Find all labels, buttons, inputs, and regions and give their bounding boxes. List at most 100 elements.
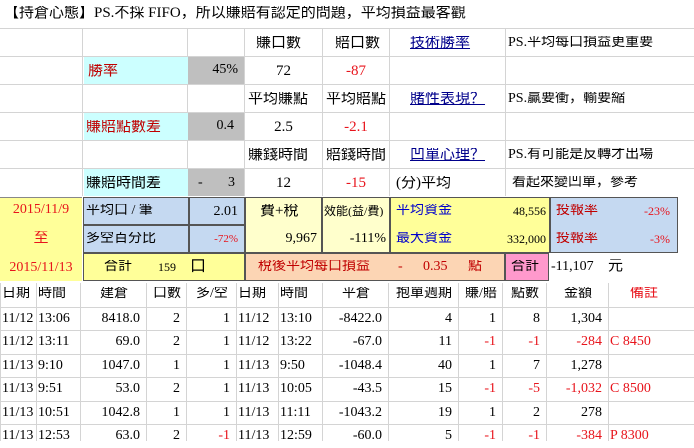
table-cell: 8418.0 bbox=[101, 311, 141, 326]
table-cell: -284 bbox=[576, 335, 602, 349]
table-cell: 11/12 bbox=[238, 311, 270, 326]
table-cell: 9:50 bbox=[280, 358, 305, 373]
avg-loss-header: 平均賠點 bbox=[326, 92, 387, 107]
roi-label-1: 投報率 bbox=[556, 204, 598, 218]
table-cell: 2 bbox=[533, 405, 540, 420]
loss-time-header: 賠錢時間 bbox=[326, 148, 387, 163]
date-end: 2015/11/13 bbox=[9, 261, 73, 275]
hold-psychology-link[interactable]: 凹單心理？ bbox=[410, 148, 502, 163]
avg-lot-value: 2.01 bbox=[189, 197, 245, 225]
total-amount-label: 合計 bbox=[511, 260, 539, 274]
avg-unit-label: (分)平均 bbox=[396, 176, 451, 191]
long-short-value: -72% bbox=[189, 225, 245, 253]
gamble-link[interactable]: 賭性表現？ bbox=[410, 92, 502, 107]
fee-tax-label: 費+稅 bbox=[260, 204, 299, 219]
table-cell: 2 bbox=[173, 335, 180, 349]
loss-time-value: -15 bbox=[346, 176, 366, 191]
max-capital-value: 332,000 bbox=[507, 233, 546, 245]
point-diff-value: 0.4 bbox=[188, 113, 244, 140]
avg-capital-value: 48,556 bbox=[513, 205, 546, 217]
table-cell: 1 bbox=[173, 358, 180, 373]
table-cell: 11:11 bbox=[280, 405, 311, 420]
total-amount-value: -11,107 bbox=[551, 260, 594, 274]
table-cell: C 8500 bbox=[610, 382, 651, 396]
table-cell: -67.0 bbox=[352, 335, 382, 349]
table-cell: -1 bbox=[528, 335, 540, 349]
table-cell: 8 bbox=[533, 311, 540, 326]
table-cell: 1 bbox=[223, 382, 230, 396]
table-cell: 11/13 bbox=[238, 382, 270, 396]
table-cell: 1 bbox=[173, 405, 180, 420]
table-cell: 11/13 bbox=[2, 358, 34, 373]
table-cell: 1 bbox=[223, 358, 230, 373]
table-cell: 40 bbox=[438, 358, 452, 373]
loss-count-header: 賠口數 bbox=[335, 36, 381, 51]
avg-win-value: 2.5 bbox=[274, 120, 293, 135]
table-cell: 53.0 bbox=[115, 382, 141, 396]
table-cell: -8422.0 bbox=[338, 311, 382, 326]
fee-tax-value: 9,967 bbox=[285, 232, 318, 246]
table-cell: 11/12 bbox=[2, 335, 34, 349]
table-cell: C 8450 bbox=[610, 335, 651, 349]
win-rate-value: 45% bbox=[188, 57, 244, 84]
table-cell: 1 bbox=[223, 405, 230, 420]
table-cell: 9:51 bbox=[38, 382, 63, 396]
roi-value-1: -23% bbox=[644, 205, 670, 217]
tech-winrate-link[interactable]: 技術勝率 bbox=[410, 36, 502, 51]
table-cell: 10:05 bbox=[280, 382, 312, 396]
win-count-header: 賺口數 bbox=[256, 36, 302, 51]
after-tax-unit: 點 bbox=[468, 260, 482, 274]
date-start: 2015/11/9 bbox=[12, 203, 70, 217]
table-cell: 11 bbox=[438, 335, 452, 349]
avg-win-header: 平均賺點 bbox=[248, 92, 309, 107]
table-cell: 4 bbox=[445, 311, 452, 326]
table-cell: 1,278 bbox=[570, 358, 603, 373]
total-lots-value: 159 bbox=[158, 261, 176, 273]
table-cell: 1,304 bbox=[570, 311, 603, 326]
win-count-value: 72 bbox=[276, 64, 291, 79]
after-tax-label: 稅後平均每口損益 bbox=[258, 260, 370, 274]
efficiency-value: -111% bbox=[349, 232, 386, 246]
table-cell: -5 bbox=[528, 382, 540, 396]
avg-capital-label: 平均資金 bbox=[396, 204, 452, 218]
time-diff-value: 3 bbox=[228, 176, 235, 190]
table-cell: 1 bbox=[223, 335, 230, 349]
avg-lot-label: 平均口 / 筆 bbox=[86, 204, 153, 218]
table-cell: 11/13 bbox=[2, 382, 34, 396]
table-cell: 278 bbox=[581, 405, 602, 420]
avg-loss-value: -2.1 bbox=[344, 120, 368, 135]
after-tax-value: 0.35 bbox=[423, 260, 448, 274]
reference-note: 看起來變凹單，參考 bbox=[512, 176, 638, 190]
time-diff-label: 賺賠時間差 bbox=[86, 176, 162, 191]
table-cell: 13:06 bbox=[38, 311, 70, 326]
table-cell: 11/12 bbox=[2, 311, 34, 326]
ps-note-1: PS.平均每口損益更重要 bbox=[508, 36, 654, 50]
table-cell: 11/13 bbox=[238, 405, 270, 420]
table-cell: 1 bbox=[223, 311, 230, 326]
table-cell: 2 bbox=[173, 311, 180, 326]
table-cell: 1042.8 bbox=[101, 405, 141, 420]
table-cell: -1043.2 bbox=[338, 405, 382, 420]
table-cell: -1,032 bbox=[565, 382, 602, 396]
table-cell: 1 bbox=[489, 358, 496, 373]
table-cell: -1 bbox=[484, 335, 496, 349]
date-to: 至 bbox=[33, 231, 49, 246]
win-time-header: 賺錢時間 bbox=[248, 148, 309, 163]
max-capital-label: 最大資金 bbox=[396, 232, 452, 246]
win-rate-label: 勝率 bbox=[88, 64, 119, 79]
roi-label-2: 投報率 bbox=[556, 232, 598, 246]
table-cell: 1047.0 bbox=[101, 358, 141, 373]
table-cell: 7 bbox=[533, 358, 540, 373]
table-cell: -1048.4 bbox=[338, 358, 382, 373]
point-diff-label: 賺賠點數差 bbox=[86, 120, 162, 135]
table-cell: 1 bbox=[489, 405, 496, 420]
time-diff-dash: - bbox=[198, 176, 203, 190]
table-cell: 13:10 bbox=[280, 311, 312, 326]
table-cell: 9:10 bbox=[38, 358, 63, 373]
total-lots-label: 合計 bbox=[104, 260, 132, 274]
loss-count-value: -87 bbox=[346, 64, 366, 79]
table-cell: 13:22 bbox=[280, 335, 312, 349]
table-cell: 11/12 bbox=[238, 335, 270, 349]
table-cell: 11/13 bbox=[238, 358, 270, 373]
table-cell: 15 bbox=[438, 382, 452, 396]
